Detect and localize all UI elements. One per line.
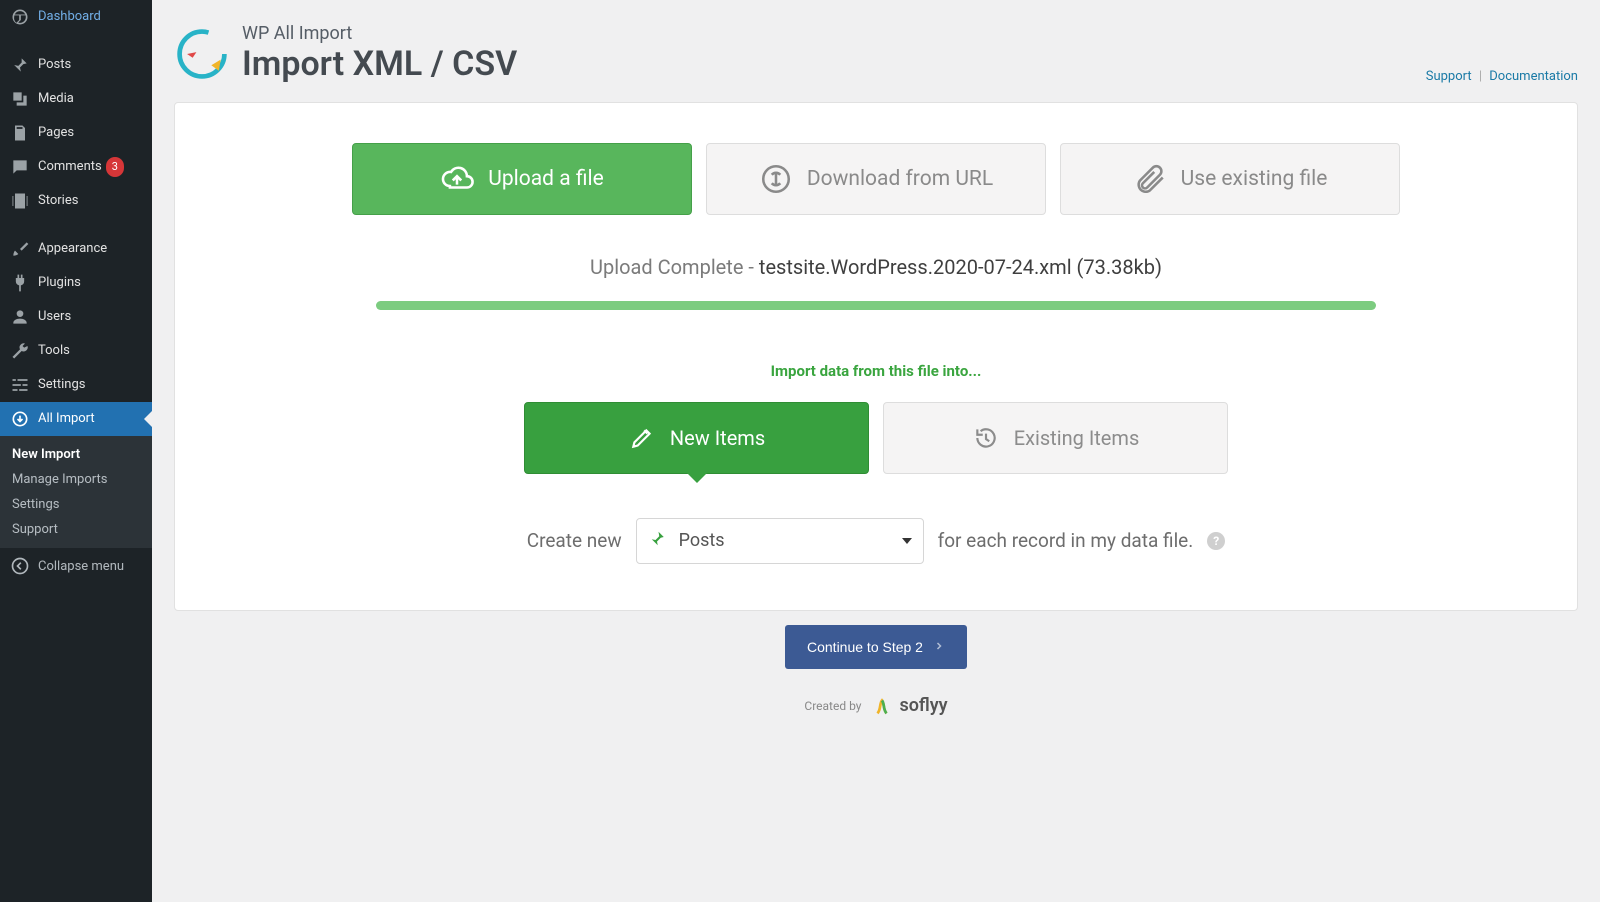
post-type-select-wrap: Posts (636, 518, 924, 564)
create-prefix: Create new (527, 529, 622, 552)
caret-down-icon (902, 538, 912, 544)
menu-posts[interactable]: Posts (0, 48, 152, 82)
footer-brand[interactable]: soflyy (871, 695, 947, 717)
menu-stories-label: Stories (38, 192, 78, 210)
download-url-icon (759, 162, 793, 196)
upload-progress-bar (376, 301, 1376, 310)
upload-filename: testsite.WordPress.2020-07-24.xml (759, 255, 1072, 279)
upload-filesize-close: ) (1155, 255, 1162, 279)
menu-dashboard[interactable]: Dashboard (0, 0, 152, 34)
import-mode-row: New Items Existing Items (215, 402, 1537, 474)
menu-tools[interactable]: Tools (0, 334, 152, 368)
menu-stories[interactable]: Stories (0, 184, 152, 218)
collapse-label: Collapse menu (38, 559, 124, 574)
footer: Created by soflyy (174, 695, 1578, 717)
menu-settings-label: Settings (38, 376, 85, 394)
paperclip-icon (1133, 162, 1167, 196)
admin-sidebar: Dashboard Posts Media Pages Comments (0, 0, 152, 902)
support-link[interactable]: Support (1426, 69, 1472, 84)
menu-appearance[interactable]: Appearance (0, 232, 152, 266)
tab-download-url[interactable]: Download from URL (706, 143, 1046, 215)
menu-all-import-label: All Import (38, 410, 95, 428)
collapse-icon (10, 556, 30, 576)
plugin-logo-icon (174, 26, 230, 82)
import-into-label: Import data from this file into... (215, 362, 1537, 380)
history-icon (972, 424, 1000, 452)
mode-new-items-label: New Items (670, 426, 765, 450)
import-icon (10, 409, 30, 429)
menu-users[interactable]: Users (0, 300, 152, 334)
pin-icon (10, 55, 30, 75)
link-separator: | (1479, 69, 1482, 84)
plug-icon (10, 273, 30, 293)
user-icon (10, 307, 30, 327)
all-import-submenu: New Import Manage Imports Settings Suppo… (0, 436, 152, 548)
brush-icon (10, 239, 30, 259)
pages-icon (10, 123, 30, 143)
menu-settings[interactable]: Settings (0, 368, 152, 402)
wrench-icon (10, 341, 30, 361)
continue-label: Continue to Step 2 (807, 639, 923, 655)
menu-pages[interactable]: Pages (0, 116, 152, 150)
chevron-right-icon (933, 639, 945, 655)
media-icon (10, 89, 30, 109)
documentation-link[interactable]: Documentation (1489, 69, 1578, 84)
page-header: WP All Import Import XML / CSV Support |… (174, 4, 1578, 102)
post-type-select[interactable]: Posts (636, 518, 924, 564)
upload-status-label: Upload Complete (590, 255, 743, 279)
mode-existing-items[interactable]: Existing Items (883, 402, 1228, 474)
tab-download-label: Download from URL (807, 167, 993, 191)
upload-dash: - (748, 255, 759, 279)
import-panel: Upload a file Download from URL Use exis… (174, 102, 1578, 611)
pin-icon (648, 529, 666, 552)
menu-plugins-label: Plugins (38, 274, 81, 292)
cloud-upload-icon (440, 162, 474, 196)
page-title: Import XML / CSV (242, 45, 517, 84)
menu-users-label: Users (38, 308, 71, 326)
tab-upload-label: Upload a file (488, 167, 603, 191)
gauge-icon (10, 7, 30, 27)
menu-comments-label: Comments (38, 158, 102, 176)
menu-all-import[interactable]: All Import (0, 402, 152, 436)
submenu-support[interactable]: Support (0, 517, 152, 542)
create-suffix: for each record in my data file. (938, 529, 1194, 552)
created-by-label: Created by (804, 699, 861, 713)
main-content: WP All Import Import XML / CSV Support |… (152, 0, 1600, 902)
submenu-settings[interactable]: Settings (0, 492, 152, 517)
tab-existing-label: Use existing file (1181, 167, 1328, 191)
brand-name: soflyy (899, 695, 947, 716)
upload-filesize: 73.38kb (1083, 255, 1155, 279)
page-eyebrow: WP All Import (242, 24, 517, 45)
upload-status: Upload Complete - testsite.WordPress.202… (215, 255, 1537, 279)
menu-media-label: Media (38, 90, 74, 108)
sliders-icon (10, 375, 30, 395)
create-row: Create new Posts for each record in my d… (215, 518, 1537, 564)
menu-tools-label: Tools (38, 342, 70, 360)
source-tabs: Upload a file Download from URL Use exis… (215, 143, 1537, 215)
comment-icon (10, 157, 30, 177)
post-type-value: Posts (679, 530, 725, 551)
continue-button[interactable]: Continue to Step 2 (785, 625, 967, 669)
comments-count-badge: 3 (106, 157, 124, 177)
submenu-new-import[interactable]: New Import (0, 442, 152, 467)
mode-existing-items-label: Existing Items (1014, 426, 1140, 450)
collapse-menu[interactable]: Collapse menu (0, 548, 152, 584)
stories-icon (10, 191, 30, 211)
brand-icon (871, 695, 893, 717)
menu-plugins[interactable]: Plugins (0, 266, 152, 300)
menu-posts-label: Posts (38, 56, 71, 74)
tab-use-existing[interactable]: Use existing file (1060, 143, 1400, 215)
menu-dashboard-label: Dashboard (38, 8, 101, 26)
pencil-icon (628, 424, 656, 452)
mode-new-items[interactable]: New Items (524, 402, 869, 474)
submenu-manage-imports[interactable]: Manage Imports (0, 467, 152, 492)
menu-media[interactable]: Media (0, 82, 152, 116)
tab-upload-file[interactable]: Upload a file (352, 143, 692, 215)
header-links: Support | Documentation (1426, 69, 1578, 84)
menu-comments[interactable]: Comments 3 (0, 150, 152, 184)
menu-appearance-label: Appearance (38, 240, 107, 258)
menu-pages-label: Pages (38, 124, 74, 142)
help-icon[interactable]: ? (1207, 532, 1225, 550)
